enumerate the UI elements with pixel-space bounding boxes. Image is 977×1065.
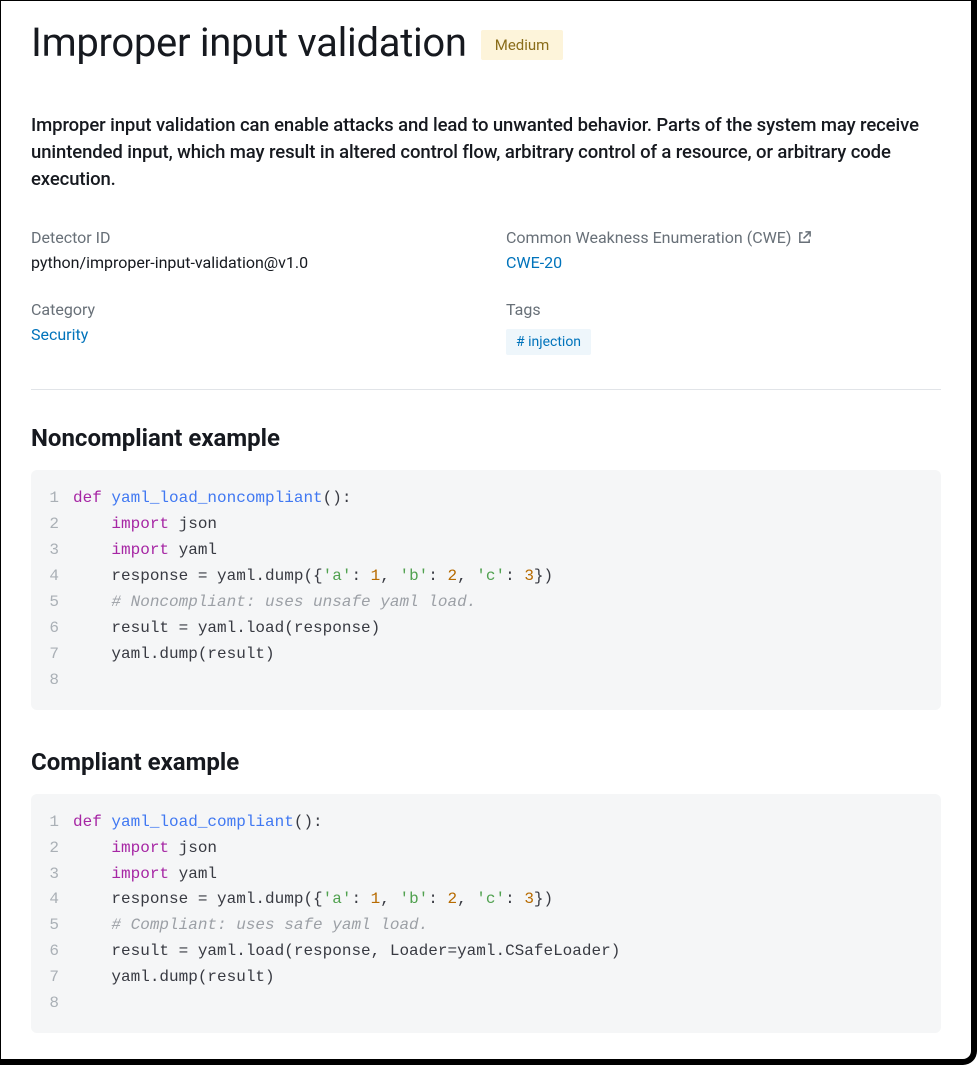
severity-badge: Medium (481, 30, 564, 60)
line-number: 4 (41, 887, 73, 913)
code-line: 8 (41, 668, 923, 694)
code-line: 5 # Noncompliant: uses unsafe yaml load. (41, 590, 923, 616)
category-link[interactable]: Security (31, 325, 88, 344)
noncompliant-code-block: 1def yaml_load_noncompliant():2 import j… (31, 470, 941, 709)
noncompliant-title: Noncompliant example (31, 424, 941, 452)
line-number: 3 (41, 538, 73, 564)
code-content: import yaml (73, 862, 217, 888)
line-number: 1 (41, 810, 73, 836)
external-link-icon (797, 230, 812, 245)
line-number: 4 (41, 564, 73, 590)
code-content: yaml.dump(result) (73, 642, 275, 668)
page-title: Improper input validation (31, 19, 467, 66)
code-content: # Noncompliant: uses unsafe yaml load. (73, 590, 476, 616)
code-content: # Compliant: uses safe yaml load. (73, 913, 428, 939)
line-number: 6 (41, 616, 73, 642)
code-content: import json (73, 512, 217, 538)
code-line: 2 import json (41, 512, 923, 538)
code-content: yaml.dump(result) (73, 965, 275, 991)
line-number: 7 (41, 965, 73, 991)
line-number: 7 (41, 642, 73, 668)
line-number: 3 (41, 862, 73, 888)
page-container: Improper input validation Medium Imprope… (0, 0, 977, 1065)
compliant-code-block: 1def yaml_load_compliant():2 import json… (31, 794, 941, 1033)
tags-label: Tags (506, 300, 941, 319)
detector-id-label: Detector ID (31, 228, 466, 247)
section-divider (31, 389, 941, 390)
code-content: result = yaml.load(response) (73, 616, 380, 642)
code-line: 1def yaml_load_noncompliant(): (41, 486, 923, 512)
code-content: def yaml_load_compliant(): (73, 810, 323, 836)
code-line: 6 result = yaml.load(response, Loader=ya… (41, 939, 923, 965)
compliant-title: Compliant example (31, 748, 941, 776)
line-number: 5 (41, 913, 73, 939)
code-content: response = yaml.dump({'a': 1, 'b': 2, 'c… (73, 564, 553, 590)
code-line: 3 import yaml (41, 862, 923, 888)
detector-id-value: python/improper-input-validation@v1.0 (31, 253, 466, 272)
code-line: 8 (41, 991, 923, 1017)
code-line: 2 import json (41, 836, 923, 862)
code-line: 7 yaml.dump(result) (41, 965, 923, 991)
line-number: 8 (41, 991, 73, 1017)
code-content: def yaml_load_noncompliant(): (73, 486, 351, 512)
cwe-block: Common Weakness Enumeration (CWE) CWE-20 (506, 228, 941, 272)
category-label: Category (31, 300, 466, 319)
line-number: 6 (41, 939, 73, 965)
tags-block: Tags # injection (506, 300, 941, 355)
detector-id-block: Detector ID python/improper-input-valida… (31, 228, 466, 272)
cwe-link[interactable]: CWE-20 (506, 253, 562, 272)
line-number: 2 (41, 512, 73, 538)
code-line: 3 import yaml (41, 538, 923, 564)
line-number: 2 (41, 836, 73, 862)
code-line: 6 result = yaml.load(response) (41, 616, 923, 642)
line-number: 5 (41, 590, 73, 616)
category-block: Category Security (31, 300, 466, 355)
code-line: 4 response = yaml.dump({'a': 1, 'b': 2, … (41, 564, 923, 590)
description-text: Improper input validation can enable att… (31, 112, 941, 192)
line-number: 1 (41, 486, 73, 512)
code-content: import json (73, 836, 217, 862)
code-line: 1def yaml_load_compliant(): (41, 810, 923, 836)
code-line: 4 response = yaml.dump({'a': 1, 'b': 2, … (41, 887, 923, 913)
code-content: result = yaml.load(response, Loader=yaml… (73, 939, 620, 965)
meta-grid: Detector ID python/improper-input-valida… (31, 228, 941, 355)
cwe-label: Common Weakness Enumeration (CWE) (506, 228, 941, 247)
title-row: Improper input validation Medium (31, 19, 941, 66)
code-content: response = yaml.dump({'a': 1, 'b': 2, 'c… (73, 887, 553, 913)
code-content: import yaml (73, 538, 217, 564)
code-line: 5 # Compliant: uses safe yaml load. (41, 913, 923, 939)
code-line: 7 yaml.dump(result) (41, 642, 923, 668)
line-number: 8 (41, 668, 73, 694)
tag-injection[interactable]: # injection (506, 329, 591, 355)
cwe-label-text: Common Weakness Enumeration (CWE) (506, 228, 791, 247)
